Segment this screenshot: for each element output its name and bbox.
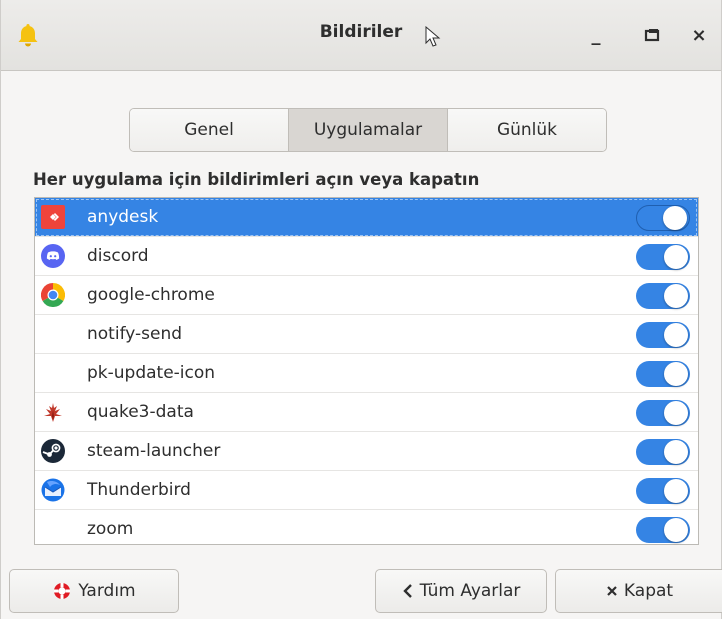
toggle-knob: [663, 206, 687, 230]
steam-icon: [41, 439, 65, 463]
section-heading: Her uygulama için bildirimleri açın veya…: [33, 170, 480, 189]
app-name: pk-update-icon: [87, 363, 216, 383]
maximize-icon: [644, 29, 660, 42]
close-window-button[interactable]: ×: [684, 20, 714, 50]
toggle-knob: [664, 245, 688, 269]
chevron-left-icon: [402, 584, 414, 598]
app-row-discord[interactable]: discord: [35, 237, 698, 276]
quake-icon: [44, 403, 62, 422]
notification-toggle[interactable]: [636, 322, 690, 348]
app-name: discord: [87, 246, 149, 266]
app-name: notify-send: [87, 324, 183, 344]
toggle-knob: [664, 401, 688, 425]
app-name: steam-launcher: [87, 441, 221, 461]
minimize-button[interactable]: _: [581, 20, 611, 50]
notification-toggle[interactable]: [636, 205, 690, 231]
app-row-anydesk[interactable]: anydesk: [35, 198, 698, 237]
tab-general[interactable]: Genel: [130, 109, 289, 151]
notification-toggle[interactable]: [636, 478, 690, 504]
close-button[interactable]: Kapat: [555, 569, 722, 613]
tab-applications[interactable]: Uygulamalar: [289, 109, 448, 151]
help-button[interactable]: Yardım: [9, 569, 179, 613]
thunderbird-icon: [41, 478, 65, 502]
toggle-knob: [664, 323, 688, 347]
notification-toggle[interactable]: [636, 283, 690, 309]
app-row-thunderbird[interactable]: Thunderbird: [35, 471, 698, 510]
app-name: anydesk: [87, 207, 159, 227]
all-settings-label: Tüm Ayarlar: [419, 581, 521, 601]
close-icon: [606, 585, 618, 597]
notifications-window: Bildiriler _ × Genel Uygulamalar Günlük …: [0, 0, 722, 619]
app-row-steam-launcher[interactable]: steam-launcher: [35, 432, 698, 471]
tab-bar: Genel Uygulamalar Günlük: [129, 108, 607, 152]
window-title: Bildiriler: [319, 22, 403, 42]
close-label: Kapat: [623, 581, 674, 601]
toggle-knob: [664, 518, 688, 542]
app-name: google-chrome: [87, 285, 215, 305]
app-row-quake3-data[interactable]: quake3-data: [35, 393, 698, 432]
help-label: Yardım: [78, 581, 136, 601]
app-name: Thunderbird: [87, 480, 191, 500]
minimize-icon: _: [591, 24, 601, 46]
notification-toggle[interactable]: [636, 439, 690, 465]
notification-toggle[interactable]: [636, 244, 690, 270]
tab-log[interactable]: Günlük: [448, 109, 606, 151]
maximize-button[interactable]: [637, 20, 667, 50]
app-row-zoom[interactable]: zoom: [35, 510, 698, 548]
discord-icon: [41, 244, 65, 268]
toggle-knob: [664, 284, 688, 308]
app-row-google-chrome[interactable]: google-chrome: [35, 276, 698, 315]
notification-toggle[interactable]: [636, 517, 690, 543]
title-bar[interactable]: Bildiriler _ ×: [1, 0, 721, 71]
chrome-icon: [41, 283, 65, 307]
close-icon: ×: [691, 24, 707, 46]
anydesk-icon: [41, 205, 65, 229]
notification-toggle[interactable]: [636, 400, 690, 426]
app-row-pk-update-icon[interactable]: pk-update-icon: [35, 354, 698, 393]
toggle-knob: [664, 362, 688, 386]
notification-toggle[interactable]: [636, 361, 690, 387]
app-list: anydesk discord google-chrome notify-sen…: [34, 197, 699, 545]
all-settings-button[interactable]: Tüm Ayarlar: [375, 569, 547, 613]
mouse-cursor-icon: [425, 26, 441, 47]
lifebuoy-icon: [52, 581, 72, 601]
toggle-knob: [664, 479, 688, 503]
app-name: zoom: [87, 519, 134, 539]
app-name: quake3-data: [87, 402, 194, 422]
toggle-knob: [664, 440, 688, 464]
app-row-notify-send[interactable]: notify-send: [35, 315, 698, 354]
